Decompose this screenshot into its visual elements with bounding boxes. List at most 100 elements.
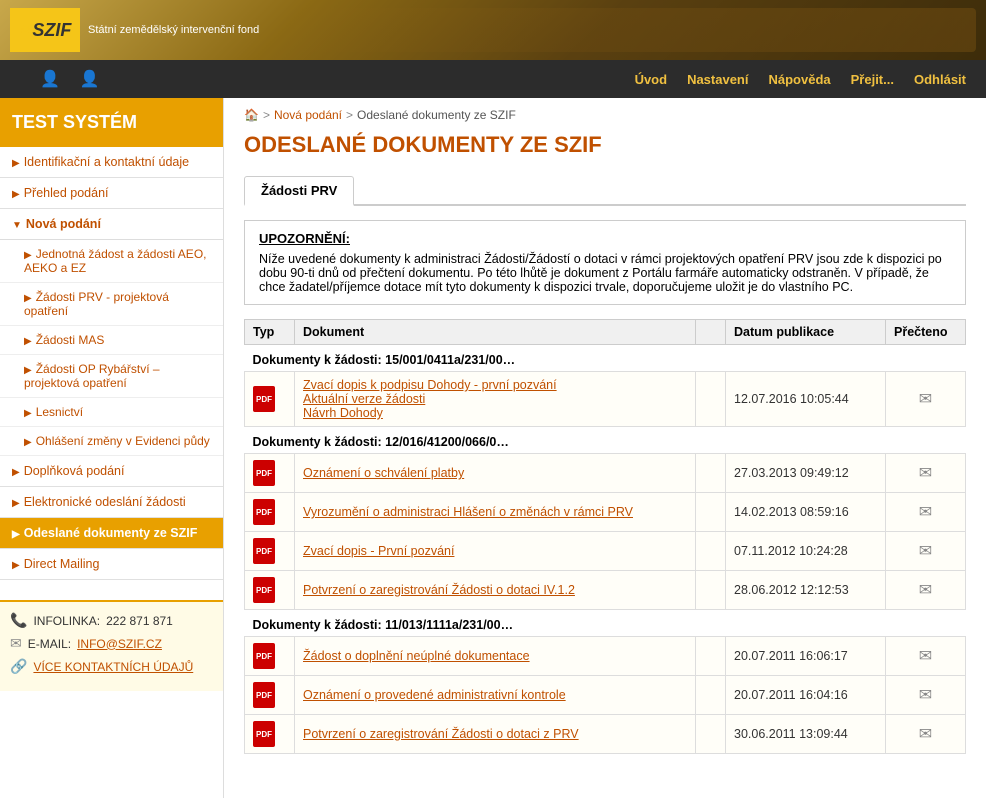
- read-icon: ✉: [919, 726, 932, 743]
- read-icon: ✉: [919, 582, 932, 599]
- doc-group-header: Dokumenty k žádosti: 12/016/41200/066/0…: [245, 427, 966, 454]
- pdf-cell: PDF: [245, 493, 295, 532]
- col-typ: Typ: [245, 320, 295, 345]
- doc-link[interactable]: Oznámení o schválení platby: [303, 466, 464, 480]
- breadcrumb-nova-podani[interactable]: Nová podání: [274, 108, 342, 122]
- doc-link[interactable]: Aktuální verze žádosti: [303, 392, 425, 406]
- site-header: ☀ SZIF Státní zemědělský intervenční fon…: [0, 0, 986, 60]
- read-icon: ✉: [919, 543, 932, 560]
- nav-odhlasit[interactable]: Odhlásit: [914, 72, 966, 87]
- logo: ☀ SZIF Státní zemědělský intervenční fon…: [10, 8, 259, 52]
- sidebar-more-contacts[interactable]: 🔗 VÍCE KONTAKTNÍCH ÚDAJŮ: [10, 658, 213, 675]
- pdf-cell: PDF: [245, 637, 295, 676]
- sidebar-item-direct-mailing[interactable]: ▶Direct Mailing: [0, 549, 223, 580]
- doc-links-cell: Zvací dopis k podpisu Dohody - první poz…: [295, 372, 696, 427]
- doc-link[interactable]: Potvrzení o zaregistrování Žádosti o dot…: [303, 727, 579, 741]
- warning-title: UPOZORNĚNÍ:: [259, 231, 951, 246]
- doc-link[interactable]: Vyrozumění o administraci Hlášení o změn…: [303, 505, 633, 519]
- read-icon: ✉: [919, 648, 932, 665]
- doc-link[interactable]: Potvrzení o zaregistrování Žádosti o dot…: [303, 583, 575, 597]
- pdf-icon: PDF: [253, 682, 275, 708]
- table-row: PDF Potvrzení o zaregistrování Žádosti o …: [245, 715, 966, 754]
- doc-group-header: Dokumenty k žádosti: 15/001/0411a/231/00…: [245, 345, 966, 372]
- read-cell: ✉: [886, 372, 966, 427]
- header-image: [279, 8, 976, 52]
- logo-image: ☀ SZIF: [10, 8, 80, 52]
- sidebar-email[interactable]: ✉ E-MAIL: INFO@SZIF.CZ: [10, 635, 213, 652]
- table-row: PDF Oznámení o provedené administrativní …: [245, 676, 966, 715]
- doc-links-cell: Potvrzení o zaregistrování Žádosti o dot…: [295, 571, 696, 610]
- doc-link[interactable]: Návrh Dohody: [303, 406, 383, 420]
- doc-date: 14.02.2013 08:59:16: [726, 493, 886, 532]
- sidebar-phone: 📞 INFOLINKA: 222 871 871: [10, 612, 213, 629]
- pdf-cell: PDF: [245, 715, 295, 754]
- pdf-icon: PDF: [253, 538, 275, 564]
- sidebar-bottom: 📞 INFOLINKA: 222 871 871 ✉ E-MAIL: INFO@…: [0, 600, 223, 691]
- sidebar-title: TEST SYSTÉM: [0, 98, 223, 147]
- main-layout: TEST SYSTÉM ▶Identifikační a kontaktní ú…: [0, 98, 986, 798]
- sidebar-sub-nova-podani: ▶Jednotná žádost a žádosti AEO, AEKO a E…: [0, 240, 223, 456]
- read-cell: ✉: [886, 676, 966, 715]
- home-icon[interactable]: 🏠: [244, 108, 259, 122]
- pdf-icon: PDF: [253, 577, 275, 603]
- read-icon: ✉: [919, 687, 932, 704]
- read-cell: ✉: [886, 715, 966, 754]
- email-link[interactable]: INFO@SZIF.CZ: [77, 637, 162, 651]
- page-title: ODESLANÉ DOKUMENTY ZE SZIF: [244, 132, 966, 162]
- doc-link[interactable]: Zvací dopis - První pozvání: [303, 544, 454, 558]
- read-cell: ✉: [886, 571, 966, 610]
- breadcrumb-current: Odeslané dokumenty ze SZIF: [357, 108, 516, 122]
- col-datum: Datum publikace: [726, 320, 886, 345]
- table-row: PDF Potvrzení o zaregistrování Žádosti o …: [245, 571, 966, 610]
- nav-prejit[interactable]: Přejit...: [851, 72, 894, 87]
- email-icon: ✉: [10, 635, 22, 652]
- breadcrumb: 🏠 > Nová podání > Odeslané dokumenty ze …: [244, 108, 966, 122]
- phone-icon: 📞: [10, 612, 27, 629]
- pdf-icon: PDF: [253, 499, 275, 525]
- doc-date: 27.03.2013 09:49:12: [726, 454, 886, 493]
- sidebar-item-identifikacni[interactable]: ▶Identifikační a kontaktní údaje: [0, 147, 223, 178]
- sidebar-item-zadosti-op[interactable]: ▶Žádosti OP Rybářství – projektová opatř…: [0, 355, 223, 398]
- documents-table: Typ Dokument Datum publikace Přečteno Do…: [244, 319, 966, 754]
- doc-group-header: Dokumenty k žádosti: 11/013/1111a/231/00…: [245, 610, 966, 637]
- col-dokument: Dokument: [295, 320, 696, 345]
- logo-subtitle: Státní zemědělský intervenční fond: [88, 23, 259, 37]
- navbar-user-icons: 👤 👤: [20, 69, 100, 89]
- read-cell: ✉: [886, 493, 966, 532]
- main-content: 🏠 > Nová podání > Odeslané dokumenty ze …: [224, 98, 986, 798]
- table-row: PDF Žádost o doplnění neúplné dokumentace…: [245, 637, 966, 676]
- sidebar-item-nova-podani[interactable]: ▼Nová podání: [0, 209, 223, 240]
- sidebar-item-lesnictvi[interactable]: ▶Lesnictví: [0, 398, 223, 427]
- sidebar-item-jednotna[interactable]: ▶Jednotná žádost a žádosti AEO, AEKO a E…: [0, 240, 223, 283]
- table-row: PDF Oznámení o schválení platby 27.03.2013…: [245, 454, 966, 493]
- sidebar-item-ohlaseni[interactable]: ▶Ohlášení změny v Evidenci půdy: [0, 427, 223, 456]
- sidebar-item-doplnkova[interactable]: ▶Doplňková podání: [0, 456, 223, 487]
- sidebar-item-odeslane[interactable]: ▶Odeslané dokumenty ze SZIF: [0, 518, 223, 549]
- doc-link[interactable]: Zvací dopis k podpisu Dohody - první poz…: [303, 378, 557, 392]
- more-contacts-link[interactable]: VÍCE KONTAKTNÍCH ÚDAJŮ: [33, 660, 193, 674]
- user-icon-2[interactable]: 👤: [80, 69, 100, 89]
- doc-date: 20.07.2011 16:04:16: [726, 676, 886, 715]
- table-row: PDF Zvací dopis k podpisu Dohody - první …: [245, 372, 966, 427]
- nav-uvod[interactable]: Úvod: [635, 72, 668, 87]
- user-icon-1[interactable]: 👤: [40, 69, 60, 89]
- pdf-cell: PDF: [245, 454, 295, 493]
- pdf-icon: PDF: [253, 386, 275, 412]
- doc-links-cell: Oznámení o provedené administrativní kon…: [295, 676, 696, 715]
- doc-link[interactable]: Oznámení o provedené administrativní kon…: [303, 688, 566, 702]
- nav-nastaveni[interactable]: Nastavení: [687, 72, 748, 87]
- read-cell: ✉: [886, 637, 966, 676]
- tab-zadosti-prv[interactable]: Žádosti PRV: [244, 176, 354, 206]
- warning-box: UPOZORNĚNÍ: Níže uvedené dokumenty k adm…: [244, 220, 966, 305]
- sidebar-item-elektronicke[interactable]: ▶Elektronické odeslání žádosti: [0, 487, 223, 518]
- doc-date: 28.06.2012 12:12:53: [726, 571, 886, 610]
- link-icon: 🔗: [10, 658, 27, 675]
- sidebar-item-zadosti-mas[interactable]: ▶Žádosti MAS: [0, 326, 223, 355]
- sidebar-item-zadosti-prv[interactable]: ▶Žádosti PRV - projektová opatření: [0, 283, 223, 326]
- doc-links-cell: Oznámení o schválení platby: [295, 454, 696, 493]
- doc-links-cell: Žádost o doplnění neúplné dokumentace: [295, 637, 696, 676]
- sidebar-item-prehled[interactable]: ▶Přehled podání: [0, 178, 223, 209]
- nav-napoveda[interactable]: Nápověda: [768, 72, 830, 87]
- doc-link[interactable]: Žádost o doplnění neúplné dokumentace: [303, 649, 530, 663]
- table-row: PDFZvací dopis - První pozvání07.11.2012…: [245, 532, 966, 571]
